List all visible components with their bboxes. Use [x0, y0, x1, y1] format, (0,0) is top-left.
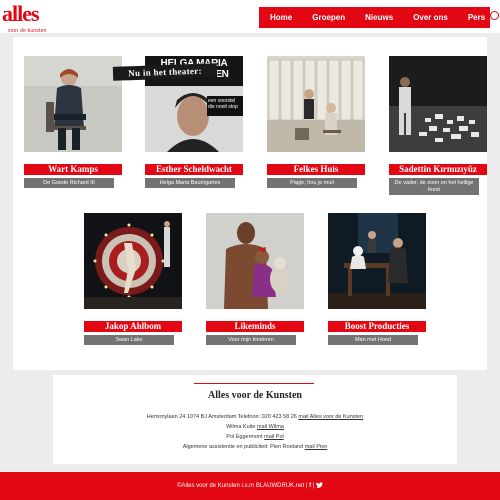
search-icon[interactable]: [490, 11, 499, 20]
separator: |: [305, 483, 308, 489]
show-title[interactable]: De vader, de zoon en het heilige feest: [389, 178, 479, 195]
contact-wilma: Wilma Kuite mail Wilma: [53, 424, 457, 430]
contact-pien: Algemene assistentie en publiciteit: Pie…: [53, 444, 457, 450]
productions-panel: Wart Kamps De Goede Richard III HELGA MA…: [13, 37, 487, 370]
production-photo[interactable]: [389, 56, 487, 152]
copyright-text: ©Alles voor de Kunsten i.s.m: [177, 483, 255, 489]
main-nav: Home Groepen Nieuws Over ons Pers: [259, 7, 490, 28]
address-text: Hemonylaan 24 1074 BJ Amsterdam Telefoon…: [146, 414, 297, 420]
production-photo[interactable]: [328, 213, 426, 309]
production-name[interactable]: Sadettin Kırmızıyüz: [389, 164, 487, 175]
logo[interactable]: alles voor de kunsten: [2, 1, 82, 34]
production-name[interactable]: Boost Producties: [328, 321, 426, 332]
production-name[interactable]: Esther Scheldwacht: [145, 164, 243, 175]
production-photo[interactable]: [84, 213, 182, 309]
header: alles voor de kunsten Home Groepen Nieuw…: [0, 0, 500, 34]
nav-pers[interactable]: Pers: [468, 13, 485, 22]
production-photo[interactable]: [206, 213, 304, 309]
nav-home[interactable]: Home: [270, 13, 292, 22]
twitter-icon[interactable]: [315, 482, 323, 488]
nav-groepen[interactable]: Groepen: [312, 13, 345, 22]
footer-credit: ©Alles voor de Kunsten i.s.m BLAUWDRUK.n…: [0, 482, 500, 489]
nav-nieuws[interactable]: Nieuws: [365, 13, 393, 22]
logo-subtitle: voor de kunsten: [8, 28, 47, 34]
production-photo[interactable]: [24, 56, 122, 152]
mail-wilma-link[interactable]: mail Wilma: [257, 424, 284, 430]
divider: [194, 383, 314, 384]
nav-over-ons[interactable]: Over ons: [413, 13, 448, 22]
production-photo[interactable]: [267, 56, 365, 152]
poster-caption: een voorstel die nooit stop: [208, 98, 238, 110]
show-title[interactable]: Papje, hou je muil: [267, 178, 357, 188]
footer: ©Alles voor de Kunsten i.s.m BLAUWDRUK.n…: [0, 472, 500, 500]
contact-name: Pol Eggermont: [226, 434, 263, 440]
address-line: Hemonylaan 24 1074 BJ Amsterdam Telefoon…: [53, 414, 457, 420]
contact-pol: Pol Eggermont mail Pol: [53, 434, 457, 440]
show-title[interactable]: Helga Maria Baumgartes: [145, 178, 235, 188]
show-title[interactable]: De Goede Richard III: [24, 178, 114, 188]
show-title[interactable]: Man met Hoed: [328, 335, 418, 345]
logo-text: alles: [2, 1, 40, 26]
mail-pol-link[interactable]: mail Pol: [264, 434, 284, 440]
contact-name: Wilma Kuite: [226, 424, 256, 430]
facebook-icon[interactable]: f: [309, 483, 311, 489]
show-title[interactable]: Swan Lake: [84, 335, 174, 345]
production-name[interactable]: Wart Kamps: [24, 164, 122, 175]
blauwdruk-link[interactable]: BLAUWDRUK.net: [256, 483, 304, 489]
production-name[interactable]: Felkes Huis: [267, 164, 365, 175]
contact-title: Alles voor de Kunsten: [208, 390, 302, 401]
mail-pien-link[interactable]: mail Pien: [305, 444, 328, 450]
production-name[interactable]: Likeminds: [206, 321, 304, 332]
mail-alles-link[interactable]: mail Alles voor de Kunsten: [298, 414, 363, 420]
contact-name: Algemene assistentie en publiciteit: Pie…: [182, 444, 304, 450]
separator: |: [312, 483, 315, 489]
show-title[interactable]: Voor mijn kinderen: [206, 335, 296, 345]
production-name[interactable]: Jakop Ahlbom: [84, 321, 182, 332]
contact-info: Alles voor de Kunsten Hemonylaan 24 1074…: [53, 375, 457, 464]
